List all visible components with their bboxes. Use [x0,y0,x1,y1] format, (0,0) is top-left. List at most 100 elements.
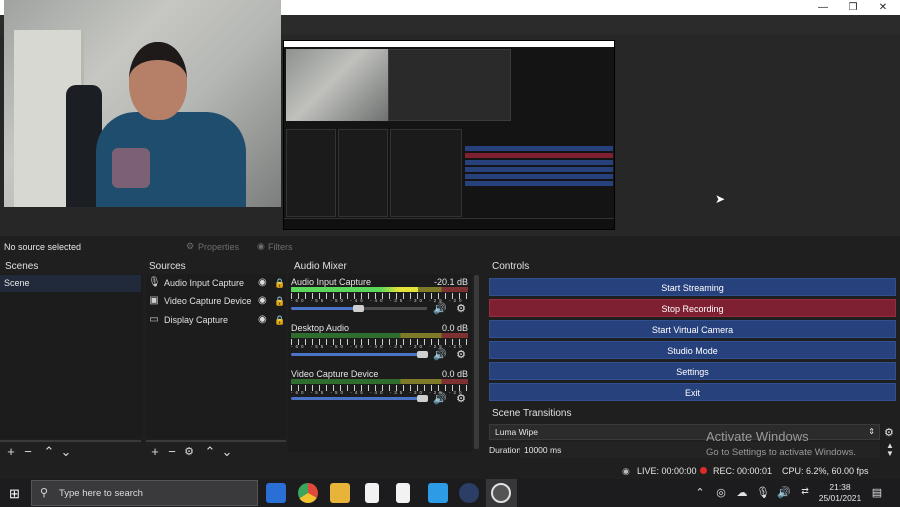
minimize-button[interactable]: — [808,0,838,15]
scene-item[interactable]: Scene [0,275,141,292]
activate-windows-watermark: Activate Windows Go to Settings to activ… [706,429,856,458]
splitter [0,440,141,442]
channel-gear-icon[interactable]: ⚙ [454,302,468,315]
move-up-icon[interactable]: ⌃ [41,444,57,460]
move-up-icon[interactable]: ⌃ [202,444,218,460]
person-head [129,42,187,120]
speaker-icon[interactable]: 🔊 [433,392,447,405]
captured-scenes-panel [286,129,336,217]
source-label: Display Capture [164,315,229,325]
q-app-icon[interactable] [459,483,479,503]
camera-icon: ▣ [149,295,159,306]
captured-sources-panel [338,129,388,217]
clock[interactable]: 21:38 25/01/2021 [817,482,863,504]
close-button[interactable]: ✕ [868,0,898,15]
audio-mixer-title: Audio Mixer [294,261,347,272]
source-item[interactable]: ▣ Video Capture Device ◉ 🔒 [146,292,286,310]
start-streaming-button[interactable]: Start Streaming [489,278,896,296]
app-f-icon[interactable] [428,483,448,503]
channel-db: 0.0 dB [441,369,468,379]
slider-thumb[interactable] [416,351,428,358]
search-placeholder: Type here to search [59,488,143,499]
move-down-icon[interactable]: ⌄ [219,444,235,460]
exit-button[interactable]: Exit [489,383,896,401]
filters-button[interactable]: Filters [268,242,293,252]
mouse-cursor-icon: ➤ [715,192,726,206]
display-capture-preview [283,40,615,230]
taskbar-search[interactable]: ⚲ Type here to search [31,480,258,506]
source-item[interactable]: ▭ Display Capture ◉ 🔒 [146,311,286,329]
volume-slider[interactable] [291,351,428,358]
bird-app-icon[interactable] [266,483,286,503]
move-down-icon[interactable]: ⌄ [58,444,74,460]
scenes-list[interactable] [0,274,143,439]
chevron-up-icon[interactable]: ⌃ [693,486,707,499]
document-icon[interactable] [396,483,410,503]
video-capture-preview [4,0,281,207]
remove-scene-button[interactable]: − [20,444,36,460]
activate-title: Activate Windows [706,429,809,444]
windows-start-icon[interactable]: ⊞ [9,486,20,502]
add-source-button[interactable]: + [147,444,163,460]
source-label: Video Capture Device [164,296,252,306]
channel-gear-icon[interactable]: ⚙ [454,392,468,405]
file-explorer-icon[interactable] [330,483,350,503]
active-app-highlight [486,479,517,507]
mixer-scrollbar[interactable] [474,275,479,449]
sources-title: Sources [149,261,186,272]
updown-arrow-icon: ⇕ [868,427,875,436]
language-icon[interactable]: ⇄ [798,486,812,497]
channel-gear-icon[interactable]: ⚙ [454,348,468,361]
slider-thumb[interactable] [353,305,364,312]
remove-source-button[interactable]: − [164,444,180,460]
microphone-tray-icon[interactable]: 🎙 [756,486,770,499]
source-toolbar: No source selected ⚙ Properties ◉ Filter… [0,239,900,255]
lock-icon[interactable]: 🔒 [274,292,285,310]
speaker-tray-icon[interactable]: 🔊 [777,486,791,499]
filter-icon: ◉ [257,241,265,251]
transition-gear-icon[interactable]: ⚙ [884,426,894,439]
maximize-button[interactable]: ❒ [838,0,868,15]
chrome-icon[interactable] [298,483,318,503]
slider-thumb[interactable] [416,395,428,402]
channel-db: -20.1 dB [433,277,468,287]
document-icon[interactable] [365,483,379,503]
visibility-eye-icon[interactable]: ◉ [258,292,267,310]
record-dot-icon [700,467,707,474]
network-globe-icon[interactable]: ◎ [714,486,728,499]
channel-name: Video Capture Device [291,369,379,379]
meter-level [291,287,419,292]
captured-title-bar [284,41,614,47]
visibility-eye-icon[interactable]: ◉ [258,311,267,329]
rec-timer: REC: 00:00:01 [713,466,773,476]
visibility-eye-icon[interactable]: ◉ [258,274,267,292]
source-item[interactable]: 🎙 Audio Input Capture ◉ 🔒 [146,274,286,292]
settings-button[interactable]: Settings [489,362,896,380]
cloud-icon[interactable]: ☁ [735,486,749,499]
clock-time: 21:38 [829,482,851,492]
captured-taskbar [284,218,614,229]
notifications-icon[interactable]: ▤ [870,486,884,499]
duration-spin-icon[interactable]: ▲ ▼ [886,442,894,458]
properties-button[interactable]: Properties [198,242,239,252]
search-icon: ⚲ [40,487,49,499]
source-settings-gear-icon[interactable]: ⚙ [181,444,197,460]
add-scene-button[interactable]: + [3,444,19,460]
captured-button [465,153,613,158]
volume-slider[interactable] [291,395,428,402]
studio-mode-button[interactable]: Studio Mode [489,341,896,359]
volume-meter [291,379,468,384]
captured-nested-preview [388,49,511,121]
captured-camera-feed [286,49,388,121]
splitter [146,440,286,442]
captured-mixer-panel [390,129,462,217]
lock-icon[interactable]: 🔒 [274,274,285,292]
live-timer: LIVE: 00:00:00 [637,466,697,476]
stop-recording-button[interactable]: Stop Recording [489,299,896,317]
volume-slider[interactable] [291,305,427,312]
speaker-icon[interactable]: 🔊 [433,348,447,361]
speaker-icon[interactable]: 🔊 [433,302,447,315]
lock-icon[interactable]: 🔒 [274,311,285,329]
duration-label: Duration [489,445,522,455]
start-virtual-camera-button[interactable]: Start Virtual Camera [489,320,896,338]
